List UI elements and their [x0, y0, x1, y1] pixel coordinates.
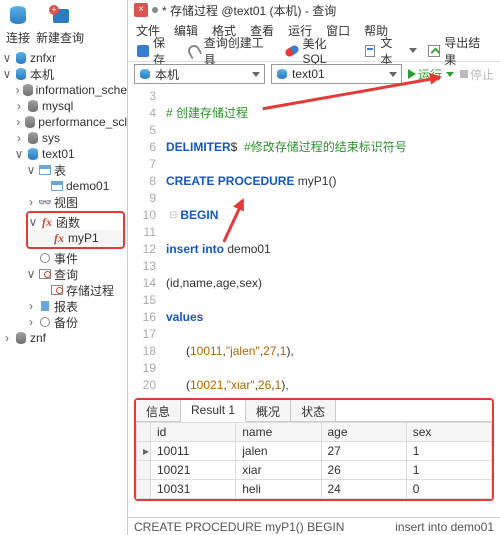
col-id[interactable]: id [151, 423, 236, 442]
col-name[interactable]: name [236, 423, 321, 442]
tree-conn-znfxr[interactable]: ∨znfxr [2, 50, 127, 66]
col-age[interactable]: age [321, 423, 406, 442]
tab-status[interactable]: 状态 [291, 400, 336, 421]
code-area[interactable]: # 创建存储过程 DELIMITER $ #修改存储过程的结束标识符号 CREA… [162, 86, 500, 396]
tree-db[interactable]: ›sys [2, 130, 127, 146]
tree-table[interactable]: demo01 [2, 178, 127, 194]
close-tab-icon[interactable]: × [134, 3, 148, 17]
status-right: insert into demo01 [395, 520, 494, 534]
tree-backup-group[interactable]: ›备份 [2, 314, 127, 330]
database-combo[interactable]: text01 [271, 64, 402, 84]
connection-row: 本机 text01 运行 停止 [128, 62, 500, 86]
editor-toolbar: 保存 查询创建工具 美化 SQL 文本 导出结果 [128, 40, 500, 62]
modified-dot-icon [152, 7, 158, 13]
tab-bar: × * 存储过程 @text01 (本机) - 查询 [128, 0, 500, 20]
tree-queries-group[interactable]: ∨查询 [2, 266, 127, 282]
new-query-label: 新建查询 [36, 29, 84, 46]
tree-tables-group[interactable]: ∨表 [2, 162, 127, 178]
results-panel: 信息 Result 1 概况 状态 id name age sex ▸10011… [134, 398, 494, 501]
tab-info[interactable]: 信息 [136, 400, 181, 421]
code-editor[interactable]: 34567891011121314151617181920 # 创建存储过程 D… [128, 86, 500, 396]
chevron-down-icon [252, 72, 260, 77]
stop-icon [460, 70, 468, 78]
highlight-functions: ∨fx函数 fxmyP1 [26, 211, 125, 249]
new-query-button[interactable]: + 新建查询 [36, 3, 84, 46]
play-icon [408, 69, 416, 79]
db-connect-icon [6, 3, 30, 27]
table-row[interactable]: 10021xiar261 [137, 461, 492, 480]
status-bar: CREATE PROCEDURE myP1() BEGIN insert int… [128, 517, 500, 535]
tree-conn-local[interactable]: ∨本机 [2, 66, 127, 82]
tab-summary[interactable]: 概况 [246, 400, 291, 421]
db-tree: ∨znfxr ∨本机 ›information_sche ›mysql ›per… [0, 48, 127, 535]
tab-title[interactable]: * 存储过程 @text01 (本机) - 查询 [162, 2, 336, 19]
chevron-down-icon [446, 72, 454, 77]
tree-query[interactable]: 存储过程 [2, 282, 127, 298]
editor-pane: × * 存储过程 @text01 (本机) - 查询 文件 编辑 格式 查看 运… [128, 0, 500, 535]
result-table[interactable]: id name age sex ▸10011jalen271 10021xiar… [136, 422, 492, 499]
tree-db[interactable]: ›information_sche [2, 82, 127, 98]
connect-label: 连接 [6, 29, 30, 46]
tree-conn-znf[interactable]: ›znf [2, 330, 127, 346]
chevron-down-icon [389, 72, 397, 77]
tab-result1[interactable]: Result 1 [181, 400, 246, 422]
line-gutter: 34567891011121314151617181920 [128, 86, 162, 396]
connect-button[interactable]: 连接 [6, 3, 30, 46]
col-sex[interactable]: sex [406, 423, 491, 442]
chevron-down-icon [409, 48, 417, 53]
status-left: CREATE PROCEDURE myP1() BEGIN [134, 520, 344, 534]
result-tabs: 信息 Result 1 概况 状态 [136, 400, 492, 422]
tree-db[interactable]: ›performance_scl [2, 114, 127, 130]
connection-combo[interactable]: 本机 [134, 64, 265, 84]
tree-views-group[interactable]: ›👓视图 [2, 194, 127, 210]
table-row[interactable]: 10031heli240 [137, 480, 492, 499]
tree-db-text01[interactable]: ∨text01 [2, 146, 127, 162]
tree-functions-group[interactable]: ∨fx函数 [28, 214, 123, 230]
tree-reports-group[interactable]: ›报表 [2, 298, 127, 314]
stop-button: 停止 [460, 66, 494, 83]
tree-events-group[interactable]: 事件 [2, 250, 127, 266]
new-query-icon: + [48, 3, 72, 27]
tree-db[interactable]: ›mysql [2, 98, 127, 114]
tree-function-myp1[interactable]: fxmyP1 [28, 230, 123, 246]
sidebar: 连接 + 新建查询 ∨znfxr ∨本机 ›information_sche ›… [0, 0, 128, 535]
table-row[interactable]: ▸10011jalen271 [137, 442, 492, 461]
sidebar-toolbar: 连接 + 新建查询 [0, 0, 127, 48]
